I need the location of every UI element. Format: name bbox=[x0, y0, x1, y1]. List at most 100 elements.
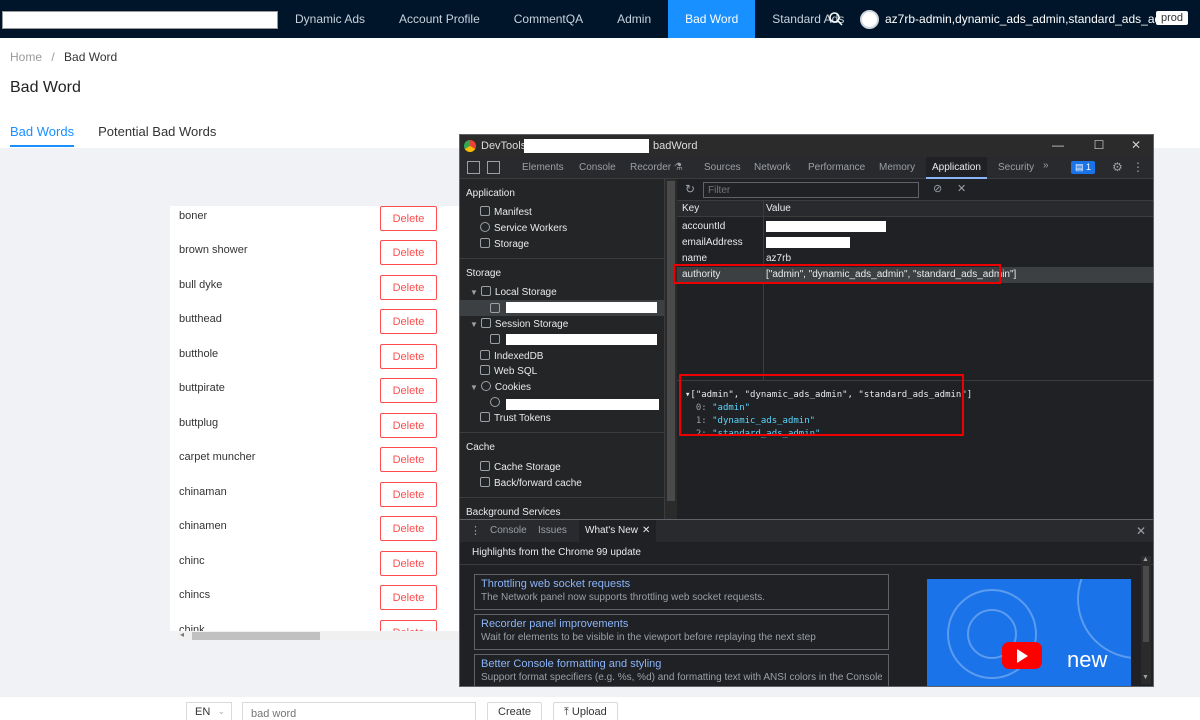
nav-item-dynamic-ads[interactable]: Dynamic Ads bbox=[278, 0, 382, 38]
sidebar-item-service-workers[interactable]: Service Workers bbox=[480, 222, 567, 234]
tab-recorder[interactable]: Recorder ⚗ bbox=[624, 157, 689, 179]
nav-item-admin[interactable]: Admin bbox=[600, 0, 668, 38]
clear-all-icon[interactable]: ⊘ bbox=[933, 182, 942, 195]
delete-button[interactable]: Delete bbox=[380, 275, 437, 300]
sidebar-item-trust-tokens[interactable]: Trust Tokens bbox=[480, 412, 551, 424]
drawer-tab-issues[interactable]: Issues bbox=[532, 520, 573, 542]
delete-button[interactable]: Delete bbox=[380, 309, 437, 334]
close-drawer-icon[interactable]: ✕ bbox=[1136, 524, 1146, 538]
delete-button[interactable]: Delete bbox=[380, 378, 437, 403]
nav-item-bad-word[interactable]: Bad Word bbox=[668, 0, 756, 38]
sidebar-item-cache-storage[interactable]: Cache Storage bbox=[480, 461, 561, 473]
cookie-icon bbox=[490, 397, 500, 407]
upload-button[interactable]: ⤒ Upload bbox=[553, 702, 618, 720]
whats-new-card[interactable]: Recorder panel improvements Wait for ele… bbox=[474, 614, 889, 650]
sidebar-item-bfcache[interactable]: Back/forward cache bbox=[480, 477, 582, 489]
drawer-scrollbar[interactable]: ▲ ▼ bbox=[1141, 556, 1151, 684]
user-name[interactable]: az7rb-admin,dynamic_ads_admin,standard_a… bbox=[885, 12, 1181, 26]
nav-item-commentqa[interactable]: CommentQA bbox=[497, 0, 600, 38]
close-icon[interactable]: ✕ bbox=[1128, 138, 1144, 152]
devtools-window: DevTools badWord — ☐ ✕ Elements Console … bbox=[459, 134, 1154, 687]
word-list: boner Delete brown shower Delete bull dyke De… bbox=[170, 206, 460, 631]
delete-button[interactable]: Delete bbox=[380, 516, 437, 541]
tab-security[interactable]: Security bbox=[992, 157, 1040, 179]
card-title[interactable]: Recorder panel improvements bbox=[481, 618, 882, 630]
sidebar-item-session-storage[interactable]: ▼ Session Storage bbox=[470, 318, 568, 330]
more-tabs-icon[interactable]: » bbox=[1043, 160, 1049, 171]
nav-item-standard-ads[interactable]: Standard Ads bbox=[755, 0, 861, 38]
scroll-left-arrow-icon[interactable]: ◂ bbox=[180, 630, 184, 639]
tab-network[interactable]: Network bbox=[748, 157, 797, 179]
delete-button[interactable]: Delete bbox=[380, 482, 437, 507]
delete-button[interactable]: Delete bbox=[380, 206, 437, 231]
section-background-services: Background Services bbox=[466, 507, 561, 518]
cache-storage-label: Cache Storage bbox=[494, 462, 561, 473]
tab-sources[interactable]: Sources bbox=[698, 157, 747, 179]
avatar[interactable] bbox=[860, 10, 879, 29]
nav-item-account-profile[interactable]: Account Profile bbox=[382, 0, 497, 38]
card-description: The Network panel now supports throttlin… bbox=[481, 592, 766, 603]
delete-button[interactable]: Delete bbox=[380, 240, 437, 265]
issues-badge[interactable]: ▤ 1 bbox=[1071, 161, 1096, 174]
kebab-menu-icon[interactable]: ⋮ bbox=[1132, 160, 1144, 174]
key-column-header[interactable]: Key bbox=[682, 203, 699, 214]
whats-new-card[interactable]: Better Console formatting and styling Su… bbox=[474, 654, 889, 686]
chrome-99-promo-image[interactable]: new bbox=[927, 579, 1131, 686]
drawer-tab-console[interactable]: Console bbox=[484, 520, 533, 542]
divider bbox=[460, 564, 1153, 565]
scrollbar-thumb[interactable] bbox=[192, 632, 320, 640]
horizontal-scrollbar[interactable]: ◂ bbox=[178, 630, 460, 642]
maximize-icon[interactable]: ☐ bbox=[1091, 138, 1107, 152]
sidebar-item-manifest[interactable]: Manifest bbox=[480, 206, 532, 218]
delete-button[interactable]: Delete bbox=[380, 551, 437, 576]
redacted-origin bbox=[506, 399, 659, 410]
search-icon[interactable] bbox=[828, 11, 844, 27]
kebab-menu-icon[interactable]: ⋮ bbox=[470, 524, 481, 537]
whats-new-card[interactable]: Throttling web socket requests The Netwo… bbox=[474, 574, 889, 610]
sidebar-item-storage[interactable]: Storage bbox=[480, 238, 529, 250]
filter-input[interactable] bbox=[703, 182, 919, 198]
delete-button[interactable]: Delete bbox=[380, 585, 437, 610]
tab-performance[interactable]: Performance bbox=[802, 157, 871, 179]
bad-word-input[interactable] bbox=[242, 702, 476, 720]
sidebar-item-cookies[interactable]: ▼ Cookies bbox=[470, 381, 531, 393]
close-tab-icon[interactable]: ✕ bbox=[642, 525, 650, 536]
breadcrumb-home[interactable]: Home bbox=[10, 50, 42, 64]
tab-console[interactable]: Console bbox=[573, 157, 622, 179]
card-title[interactable]: Throttling web socket requests bbox=[481, 578, 882, 590]
grid-icon bbox=[490, 303, 500, 313]
device-toolbar-icon[interactable] bbox=[487, 161, 500, 174]
drawer-tab-whats-new[interactable]: What's New ✕ bbox=[579, 520, 657, 542]
table-row[interactable]: accountId bbox=[677, 219, 1153, 235]
sidebar-item-websql[interactable]: Web SQL bbox=[480, 365, 537, 377]
inspect-icon[interactable] bbox=[467, 161, 480, 174]
sidebar-item-indexeddb[interactable]: IndexedDB bbox=[480, 350, 543, 362]
refresh-icon[interactable]: ↻ bbox=[685, 182, 695, 196]
tab-elements[interactable]: Elements bbox=[516, 157, 570, 179]
tab-bad-words[interactable]: Bad Words bbox=[10, 124, 75, 147]
gear-icon[interactable]: ⚙ bbox=[1112, 160, 1123, 174]
create-button[interactable]: Create bbox=[487, 702, 543, 720]
language-select[interactable]: EN ⌄ bbox=[186, 702, 232, 720]
tabs: Bad Words Potential Bad Words bbox=[10, 124, 216, 147]
minimize-icon[interactable]: — bbox=[1050, 138, 1066, 152]
scrollbar-thumb[interactable] bbox=[667, 181, 675, 501]
value-column-header[interactable]: Value bbox=[766, 203, 791, 214]
scroll-up-arrow-icon[interactable]: ▲ bbox=[1142, 556, 1149, 563]
scroll-down-arrow-icon[interactable]: ▼ bbox=[1142, 674, 1149, 681]
scrollbar-thumb[interactable] bbox=[1143, 566, 1149, 642]
play-video-icon[interactable] bbox=[1002, 642, 1042, 669]
tab-memory[interactable]: Memory bbox=[873, 157, 921, 179]
tab-potential-bad-words[interactable]: Potential Bad Words bbox=[98, 124, 216, 147]
delete-button[interactable]: Delete bbox=[380, 413, 437, 438]
sidebar-scrollbar[interactable] bbox=[665, 179, 677, 519]
upload-icon: ⤒ bbox=[564, 705, 572, 718]
tab-application[interactable]: Application bbox=[926, 157, 987, 179]
sidebar-item-local-storage[interactable]: ▼ Local Storage bbox=[470, 286, 557, 298]
table-row[interactable]: emailAddress bbox=[677, 235, 1153, 251]
delete-selected-icon[interactable]: ✕ bbox=[957, 182, 966, 195]
card-title[interactable]: Better Console formatting and styling bbox=[481, 658, 882, 670]
delete-button[interactable]: Delete bbox=[380, 447, 437, 472]
delete-button[interactable]: Delete bbox=[380, 344, 437, 369]
expand-triangle-icon: ▼ bbox=[470, 288, 478, 297]
